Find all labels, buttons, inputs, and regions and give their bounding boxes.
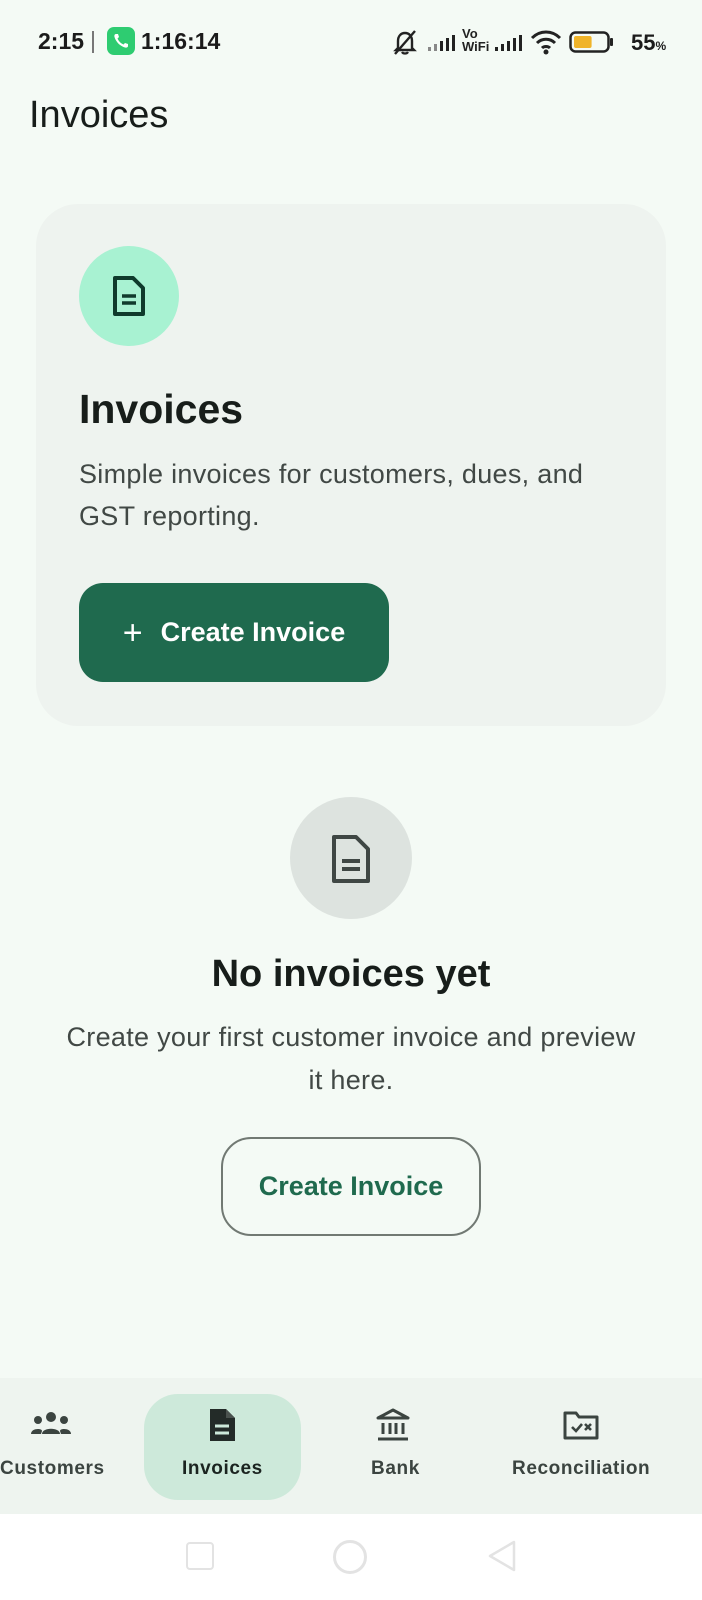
nav-item-invoices[interactable]: Invoices	[144, 1378, 301, 1514]
create-invoice-label: Create Invoice	[160, 617, 346, 647]
bank-icon	[376, 1408, 410, 1441]
back-icon[interactable]	[488, 1540, 516, 1572]
people-icon	[31, 1412, 71, 1434]
document-icon	[210, 1409, 235, 1441]
nav-label-customers: Customers	[0, 1458, 105, 1479]
document-icon	[113, 276, 145, 316]
hero-description: Simple invoices for customers, dues, and…	[79, 459, 584, 531]
status-separator	[92, 31, 94, 53]
recent-apps-button[interactable]	[186, 1542, 214, 1570]
system-navigation-bar	[0, 1514, 702, 1600]
status-bar: 2:15 1:16:14 Vo WiFi 55%	[0, 0, 702, 86]
nav-label-invoices: Invoices	[182, 1458, 263, 1479]
hero-title: Invoices	[79, 386, 244, 432]
empty-state-create-invoice-button[interactable]: Create Invoice	[221, 1137, 481, 1236]
status-time: 2:15	[38, 28, 85, 54]
document-icon	[332, 835, 370, 883]
mute-icon	[390, 28, 420, 61]
nav-item-customers[interactable]: Customers	[0, 1378, 110, 1514]
battery-icon	[569, 31, 615, 58]
nav-item-reconciliation[interactable]: Reconciliation	[510, 1378, 660, 1514]
battery-percent: 55%	[631, 30, 667, 55]
nav-label-bank: Bank	[371, 1458, 420, 1479]
signal-icon-2	[494, 34, 524, 57]
hero-icon-container	[79, 246, 179, 346]
bottom-navigation: Customers Invoices Bank Reconciliation	[0, 1378, 702, 1514]
folder-check-icon	[563, 1411, 599, 1440]
plus-icon: +	[122, 613, 143, 652]
empty-state-description: Create your first customer invoice and p…	[66, 1022, 636, 1095]
page-title: Invoices	[29, 94, 169, 136]
nav-label-reconciliation: Reconciliation	[512, 1458, 651, 1479]
wifi-icon	[530, 29, 562, 60]
nav-item-bank[interactable]: Bank	[360, 1378, 430, 1514]
vowifi-label: Vo WiFi	[462, 26, 490, 54]
signal-icon-1	[427, 34, 457, 57]
call-timer: 1:16:14	[141, 28, 221, 54]
home-button[interactable]	[333, 1540, 367, 1574]
phone-call-icon	[107, 27, 135, 55]
empty-state-icon-container	[290, 797, 412, 919]
create-invoice-button[interactable]: + Create Invoice	[79, 583, 389, 682]
empty-state-title: No invoices yet	[211, 953, 491, 995]
